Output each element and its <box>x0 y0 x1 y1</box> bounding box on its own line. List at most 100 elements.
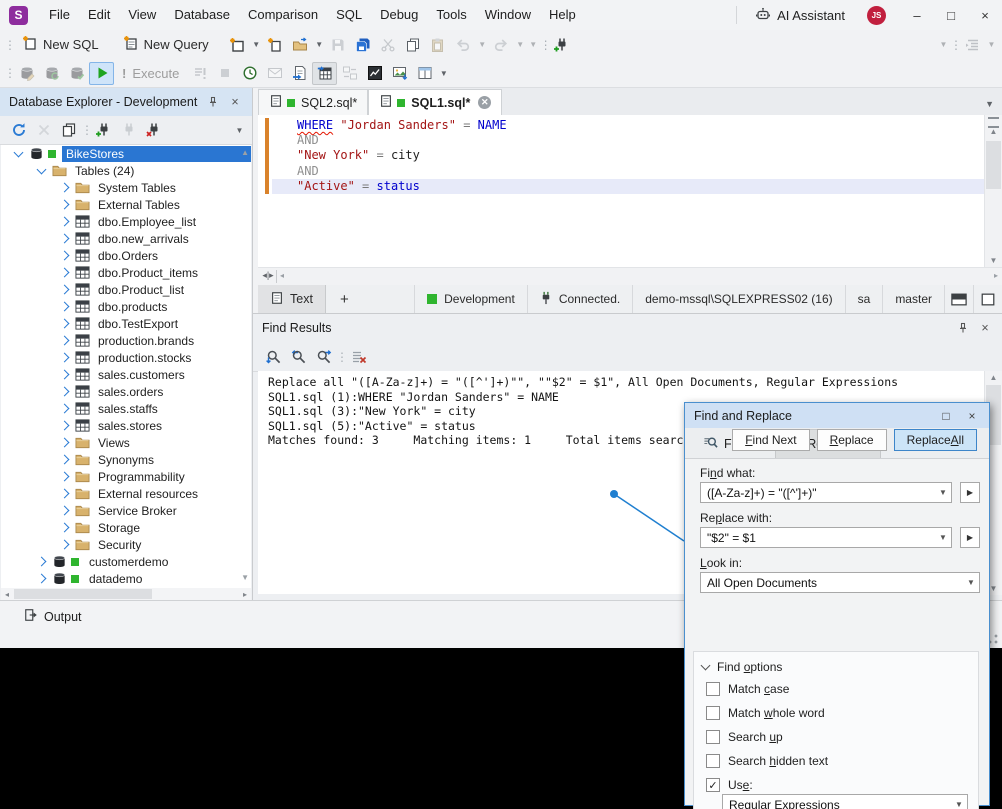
save-icon[interactable] <box>326 33 351 56</box>
chevron-collapsed-icon[interactable] <box>37 574 47 584</box>
chevron-collapsed-icon[interactable] <box>60 302 70 312</box>
redo-icon[interactable] <box>489 33 514 56</box>
tree-item-sales-stores[interactable]: sales.stores <box>1 417 251 434</box>
checkbox-unchecked-icon[interactable] <box>706 754 720 768</box>
tree-item-sales-orders[interactable]: sales.orders <box>1 383 251 400</box>
chevron-collapsed-icon[interactable] <box>37 557 47 567</box>
chevron-collapsed-icon[interactable] <box>60 234 70 244</box>
query-profiler-icon[interactable] <box>362 62 387 85</box>
splitter-icon[interactable]: ◂|▸ <box>260 270 277 283</box>
chevron-collapsed-icon[interactable] <box>60 370 70 380</box>
new-window-icon[interactable] <box>225 33 250 56</box>
checkbox-checked-icon[interactable]: ✓ <box>706 778 720 792</box>
find-expression-builder-button[interactable]: ▶ <box>960 482 980 503</box>
dropdown-arrow[interactable]: ▼ <box>233 119 246 142</box>
close-button[interactable]: × <box>968 0 1002 30</box>
user-name[interactable]: sa <box>845 285 883 313</box>
tree-item-system-tables[interactable]: System Tables <box>1 179 251 196</box>
export-data-icon[interactable] <box>287 62 312 85</box>
tree-item-programmability[interactable]: Programmability <box>1 468 251 485</box>
tree-item-dbo-product-list[interactable]: dbo.Product_list <box>1 281 251 298</box>
server-name[interactable]: demo-mssql\SQLEXPRESS02 (16) <box>632 285 844 313</box>
menu-view[interactable]: View <box>119 0 165 30</box>
next-result-icon[interactable] <box>311 345 336 368</box>
scrollbar-thumb[interactable] <box>14 589 152 599</box>
dropdown-arrow[interactable]: ▼ <box>937 33 950 56</box>
chevron-collapsed-icon[interactable] <box>60 200 70 210</box>
replace-expression-builder-button[interactable]: ▶ <box>960 527 980 548</box>
output-tab[interactable]: Output <box>24 608 82 625</box>
email-icon[interactable] <box>262 62 287 85</box>
dropdown-arrow[interactable]: ▼ <box>985 33 998 56</box>
tree-item-dbo-new-arrivals[interactable]: dbo.new_arrivals <box>1 230 251 247</box>
dialog-titlebar[interactable]: Find and Replace □ × <box>685 403 989 428</box>
dropdown-arrow[interactable]: ▼ <box>250 33 263 56</box>
connect-new-icon[interactable] <box>550 33 575 56</box>
look-in-combobox[interactable]: All Open Documents ▼ <box>700 572 980 593</box>
sql-editor[interactable]: WHERE "Jordan Sanders" = NAMEAND"New Yor… <box>258 115 1002 267</box>
chevron-collapsed-icon[interactable] <box>60 285 70 295</box>
find-next-button[interactable]: Find Next <box>732 429 809 451</box>
dialog-maximize-button[interactable]: □ <box>933 405 959 426</box>
chevron-expanded-icon[interactable] <box>14 147 24 157</box>
dialog-close-button[interactable]: × <box>959 405 985 426</box>
close-icon[interactable]: × <box>974 318 996 338</box>
tree-item-production-stocks[interactable]: production.stocks <box>1 349 251 366</box>
find-what-combobox[interactable]: ([A-Za-z]+) = "([^']+)" ▼ <box>700 482 952 503</box>
chevron-collapsed-icon[interactable] <box>60 251 70 261</box>
database-name[interactable]: master <box>882 285 944 313</box>
execute-button[interactable]: ! Execute <box>114 62 187 85</box>
chevron-collapsed-icon[interactable] <box>60 540 70 550</box>
chevron-down-icon[interactable]: ▼ <box>935 533 951 542</box>
chevron-collapsed-icon[interactable] <box>60 336 70 346</box>
toolbar-separator[interactable]: ⋮ <box>540 38 550 52</box>
tree-item-datademo[interactable]: datademo <box>1 570 251 587</box>
tree-item-external-tables[interactable]: External Tables <box>1 196 251 213</box>
disconnect-icon[interactable] <box>141 119 166 142</box>
checkbox-unchecked-icon[interactable] <box>706 730 720 744</box>
scroll-up-arrow[interactable]: ▲ <box>241 148 249 157</box>
import-data-icon[interactable] <box>312 62 337 85</box>
scroll-right-arrow[interactable]: ▸ <box>239 588 251 600</box>
cut-icon[interactable] <box>376 33 401 56</box>
tree-item-external-resources[interactable]: External resources <box>1 485 251 502</box>
chevron-collapsed-icon[interactable] <box>60 183 70 193</box>
dropdown-arrow[interactable]: ▼ <box>313 33 326 56</box>
execute-script-icon[interactable] <box>187 62 212 85</box>
dropdown-arrow[interactable]: ▼ <box>437 62 450 85</box>
text-view-tab[interactable]: Text <box>258 285 326 313</box>
chevron-collapsed-icon[interactable] <box>60 387 70 397</box>
chevron-collapsed-icon[interactable] <box>60 268 70 278</box>
data-compare-icon[interactable] <box>337 62 362 85</box>
copy-icon[interactable] <box>401 33 426 56</box>
chevron-collapsed-icon[interactable] <box>60 523 70 533</box>
scroll-left-arrow[interactable]: ◂ <box>280 271 284 280</box>
chevron-expanded-icon[interactable] <box>37 164 47 174</box>
replace-all-button[interactable]: Replace All <box>894 429 977 451</box>
user-avatar[interactable]: JS <box>867 6 886 25</box>
chevron-collapsed-icon[interactable] <box>60 353 70 363</box>
chevron-collapsed-icon[interactable] <box>60 506 70 516</box>
edit-database-icon[interactable] <box>14 62 39 85</box>
tree-item-views[interactable]: Views <box>1 434 251 451</box>
toolbar-separator[interactable]: ⋮ <box>81 123 91 137</box>
scroll-down-arrow[interactable]: ▼ <box>241 573 249 582</box>
chevron-collapsed-icon[interactable] <box>60 489 70 499</box>
stop-icon[interactable] <box>212 62 237 85</box>
editor-tab-sql2-sql-[interactable]: SQL2.sql* <box>258 89 368 115</box>
chevron-collapsed-icon[interactable] <box>60 438 70 448</box>
checkbox-match-whole-word[interactable]: Match whole word <box>706 706 825 720</box>
editor-tab-sql1-sql-[interactable]: SQL1.sql*✕ <box>368 89 502 115</box>
checkbox-search-hidden-text[interactable]: Search hidden text <box>706 754 828 768</box>
chevron-down-icon[interactable]: ▼ <box>935 488 951 497</box>
toolbar-grip[interactable]: ⋮ <box>4 38 14 52</box>
tree-item-dbo-employee-list[interactable]: dbo.Employee_list <box>1 213 251 230</box>
save-all-icon[interactable] <box>351 33 376 56</box>
scroll-right-arrow[interactable]: ▸ <box>994 271 998 280</box>
explorer-hscrollbar[interactable]: ◂ ▸ <box>1 588 251 600</box>
chevron-collapsed-icon[interactable] <box>60 404 70 414</box>
tree-item-production-brands[interactable]: production.brands <box>1 332 251 349</box>
window-layout-icon[interactable] <box>412 62 437 85</box>
checkbox-search-up[interactable]: Search up <box>706 730 783 744</box>
pin-icon[interactable] <box>952 318 974 338</box>
